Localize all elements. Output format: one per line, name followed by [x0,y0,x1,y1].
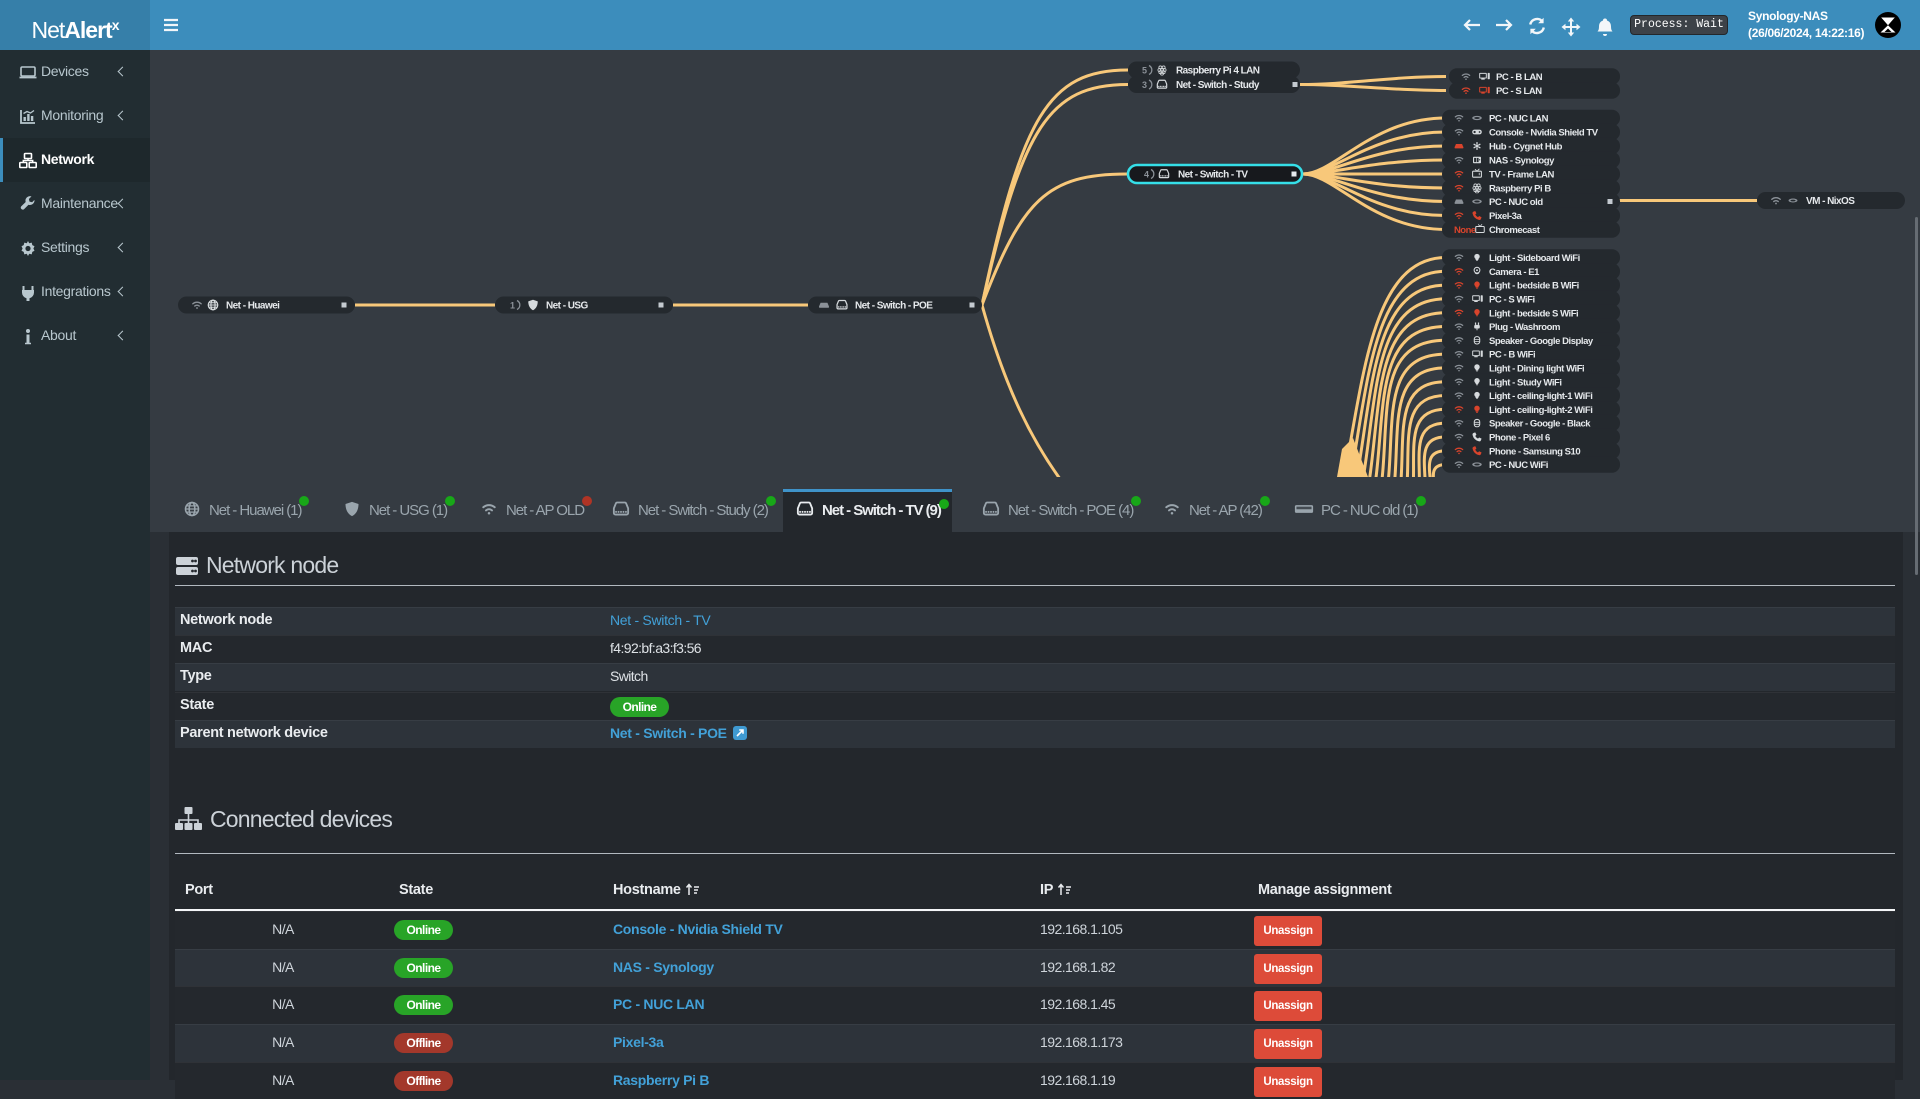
svg-text:Phone - Samsung S10: Phone - Samsung S10 [1489,446,1580,457]
svg-text:Raspberry Pi B: Raspberry Pi B [1489,184,1551,195]
svg-text:Plug - Washroom: Plug - Washroom [1489,322,1560,333]
svg-text:Console - Nvidia Shield TV: Console - Nvidia Shield TV [1489,128,1599,139]
svg-text:Light - Dining light WiFi: Light - Dining light WiFi [1489,364,1584,375]
svg-text:Chromecast: Chromecast [1489,225,1541,236]
svg-text:NAS - Synology: NAS - Synology [1489,156,1555,167]
svg-text:PC - S LAN: PC - S LAN [1496,86,1542,97]
svg-text:PC - B WiFi: PC - B WiFi [1489,350,1535,361]
svg-text:None: None [1454,225,1476,236]
svg-text:Hub - Cygnet Hub: Hub - Cygnet Hub [1489,142,1563,153]
svg-text:Light - ceiling-light-2 WiFi: Light - ceiling-light-2 WiFi [1489,405,1592,416]
svg-text:Light - Sideboard WiFi: Light - Sideboard WiFi [1489,253,1580,264]
svg-text:PC - B LAN: PC - B LAN [1496,72,1543,83]
svg-text:3: 3 [1142,80,1147,90]
svg-text:Light - Study WiFi: Light - Study WiFi [1489,377,1562,388]
svg-text:Speaker - Google Display: Speaker - Google Display [1489,336,1594,347]
svg-text:Net - Switch - Study: Net - Switch - Study [1176,80,1260,91]
svg-text:PC - NUC old: PC - NUC old [1489,197,1543,208]
svg-text:Net - Huawei: Net - Huawei [226,301,280,312]
svg-text:Net - Switch - POE: Net - Switch - POE [855,301,933,312]
svg-text:VM - NixOS: VM - NixOS [1806,196,1855,207]
svg-text:Phone - Pixel 6: Phone - Pixel 6 [1489,433,1550,444]
svg-text:PC - NUC WiFi: PC - NUC WiFi [1489,460,1548,471]
svg-text:5: 5 [1142,66,1147,76]
svg-text:Net - USG: Net - USG [546,301,588,312]
svg-text:Net - Switch - TV: Net - Switch - TV [1178,170,1248,181]
svg-text:1: 1 [510,301,515,311]
svg-text:Light - bedside S WiFi: Light - bedside S WiFi [1489,308,1578,319]
svg-text:4: 4 [1144,170,1149,180]
svg-text:Pixel-3a: Pixel-3a [1489,211,1522,222]
svg-text:Camera - E1: Camera - E1 [1489,267,1540,278]
svg-text:Speaker - Google - Black: Speaker - Google - Black [1489,419,1591,430]
svg-text:TV - Frame LAN: TV - Frame LAN [1489,170,1555,181]
svg-text:PC - NUC LAN: PC - NUC LAN [1489,114,1549,125]
svg-text:PC - S WiFi: PC - S WiFi [1489,295,1535,306]
svg-text:Light - ceiling-light-1 WiFi: Light - ceiling-light-1 WiFi [1489,391,1592,402]
svg-text:Light - bedside B WiFi: Light - bedside B WiFi [1489,281,1579,292]
svg-text:Raspberry Pi 4 LAN: Raspberry Pi 4 LAN [1176,66,1260,77]
